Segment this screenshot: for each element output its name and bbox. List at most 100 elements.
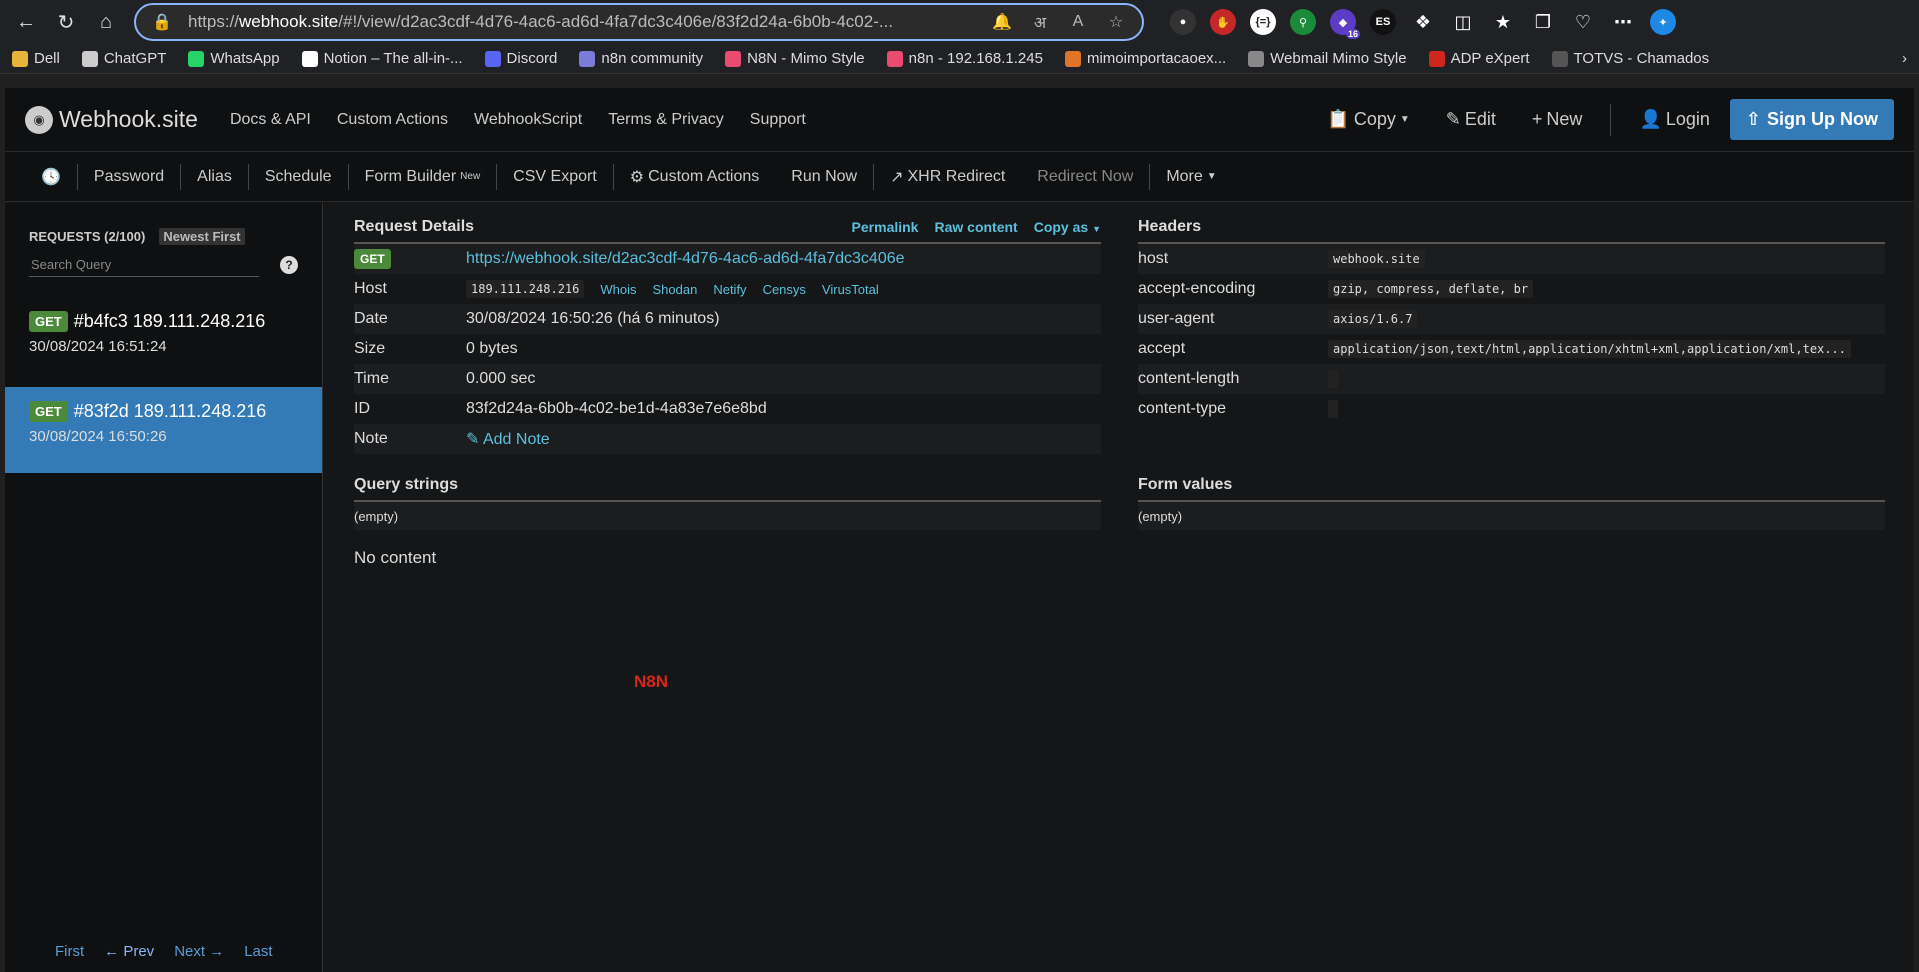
virustotal-link[interactable]: VirusTotal bbox=[822, 282, 879, 297]
method-badge: GET bbox=[29, 401, 68, 422]
bookmark-item[interactable]: n8n - 192.168.1.245 bbox=[886, 50, 1043, 67]
run-now-button[interactable]: Run Now bbox=[775, 168, 873, 186]
bookmark-item[interactable]: ADP eXpert bbox=[1428, 50, 1530, 67]
plus-icon: + bbox=[1531, 109, 1543, 129]
date-value: 30/08/2024 16:50:26 (há 6 minutos) bbox=[466, 310, 720, 327]
copilot-icon[interactable]: ✦ bbox=[1650, 9, 1676, 35]
favorites-icon[interactable]: ★ bbox=[1490, 9, 1516, 35]
address-bar[interactable]: 🔒 https://webhook.site/#!/view/d2ac3cdf-… bbox=[134, 3, 1144, 41]
header-key: accept bbox=[1138, 340, 1186, 357]
bookmarks-overflow-icon[interactable]: › bbox=[1902, 50, 1907, 67]
nav-custom-actions[interactable]: Custom Actions bbox=[337, 111, 448, 129]
nav-docs-api[interactable]: Docs & API bbox=[230, 111, 311, 129]
request-url-link[interactable]: https://webhook.site/d2ac3cdf-4d76-4ac6-… bbox=[466, 250, 905, 268]
header-row: user-agent axios/1.6.7 bbox=[1138, 304, 1885, 334]
translate-icon[interactable]: अ bbox=[1028, 11, 1052, 33]
bookmark-label: Notion – The all-in-... bbox=[323, 50, 463, 67]
header-key: content-length bbox=[1138, 370, 1240, 387]
censys-link[interactable]: Censys bbox=[763, 282, 806, 297]
request-item[interactable]: GET #b4fc3 189.111.248.216 30/08/2024 16:… bbox=[5, 297, 322, 383]
bookmark-favicon-icon bbox=[725, 50, 742, 67]
clock-icon[interactable]: 🕓 bbox=[25, 167, 77, 187]
raw-content-link[interactable]: Raw content bbox=[934, 219, 1017, 235]
extension-es-icon[interactable]: ES bbox=[1370, 9, 1396, 35]
whois-link[interactable]: Whois bbox=[600, 282, 636, 297]
split-screen-icon[interactable]: ◫ bbox=[1450, 9, 1476, 35]
form-builder-button[interactable]: Form Builder New bbox=[349, 168, 497, 186]
more-dropdown[interactable]: More ▼ bbox=[1150, 168, 1232, 186]
brand[interactable]: ◉ Webhook.site bbox=[25, 105, 198, 134]
help-icon[interactable]: ? bbox=[280, 256, 298, 274]
bell-icon[interactable]: 🔔 bbox=[990, 12, 1014, 32]
external-link-icon: ↗ bbox=[890, 168, 904, 186]
schedule-button[interactable]: Schedule bbox=[249, 168, 348, 186]
request-title: #b4fc3 189.111.248.216 bbox=[73, 311, 266, 331]
header-value bbox=[1328, 399, 1338, 418]
password-button[interactable]: Password bbox=[78, 168, 180, 186]
query-strings-panel: Query strings (empty) bbox=[354, 476, 1101, 530]
form-values-title: Form values bbox=[1138, 476, 1233, 493]
bookmark-item[interactable]: mimoimportacaoex... bbox=[1064, 50, 1226, 67]
alias-button[interactable]: Alias bbox=[181, 168, 248, 186]
bookmark-item[interactable]: N8N - Mimo Style bbox=[725, 50, 865, 67]
id-label: ID bbox=[354, 400, 370, 417]
extension-json-icon[interactable]: {=} bbox=[1250, 9, 1276, 35]
bookmark-item[interactable]: TOTVS - Chamados bbox=[1551, 50, 1709, 67]
bookmark-item[interactable]: n8n community bbox=[579, 50, 703, 67]
id-value: 83f2d24a-6b0b-4c02-be1d-4a83e7e6e8bd bbox=[466, 400, 767, 417]
pager-first[interactable]: First bbox=[55, 943, 84, 960]
login-button[interactable]: 👤 Login bbox=[1639, 109, 1709, 130]
pager-prev[interactable]: ← Prev bbox=[104, 943, 154, 960]
edit-button[interactable]: ✎ Edit bbox=[1446, 109, 1496, 130]
bookmark-item[interactable]: Notion – The all-in-... bbox=[301, 50, 463, 67]
xhr-redirect-button[interactable]: ↗ XHR Redirect bbox=[874, 167, 1021, 187]
favorite-star-icon[interactable]: ☆ bbox=[1104, 12, 1128, 32]
nav-webhookscript[interactable]: WebhookScript bbox=[474, 111, 582, 129]
bookmark-item[interactable]: Dell bbox=[12, 50, 60, 67]
query-strings-empty: (empty) bbox=[354, 502, 1101, 530]
bookmark-favicon-icon bbox=[484, 50, 501, 67]
shodan-link[interactable]: Shodan bbox=[653, 282, 698, 297]
header-value: application/json,text/html,application/x… bbox=[1328, 339, 1851, 358]
pager-next[interactable]: Next → bbox=[174, 943, 224, 960]
extension-key-icon[interactable]: ⚲ bbox=[1290, 9, 1316, 35]
read-aloud-icon[interactable]: A bbox=[1066, 13, 1090, 31]
request-date: 30/08/2024 16:50:26 bbox=[29, 428, 167, 445]
collections-icon[interactable]: ❐ bbox=[1530, 9, 1556, 35]
copy-as-dropdown[interactable]: Copy as ▼ bbox=[1034, 219, 1101, 235]
more-menu-icon[interactable]: ⋯ bbox=[1610, 9, 1636, 35]
request-details-title: Request Details bbox=[354, 218, 475, 235]
health-icon[interactable]: ♡ bbox=[1570, 9, 1596, 35]
home-icon[interactable]: ⌂ bbox=[88, 4, 124, 40]
permalink-link[interactable]: Permalink bbox=[852, 219, 919, 235]
request-item-active[interactable]: GET #83f2d 189.111.248.216 30/08/2024 16:… bbox=[5, 387, 322, 473]
extension-cube-icon[interactable]: ◆ 16 bbox=[1330, 9, 1360, 39]
bookmark-item[interactable]: Webmail Mimo Style bbox=[1248, 50, 1407, 67]
search-input[interactable] bbox=[29, 253, 259, 277]
refresh-icon[interactable]: ↻ bbox=[48, 4, 84, 40]
host-value: 189.111.248.216 bbox=[466, 280, 585, 298]
bookmark-label: Dell bbox=[34, 50, 60, 67]
custom-actions-button[interactable]: ⚙ Custom Actions bbox=[614, 167, 776, 187]
copy-button[interactable]: 📋 Copy ▼ bbox=[1327, 109, 1409, 130]
header-row: content-type bbox=[1138, 394, 1885, 424]
bookmark-favicon-icon bbox=[81, 50, 98, 67]
add-note-link[interactable]: ✎ Add Note bbox=[466, 429, 550, 449]
pager-last[interactable]: Last bbox=[244, 943, 272, 960]
new-button[interactable]: + New bbox=[1532, 109, 1583, 130]
csv-export-button[interactable]: CSV Export bbox=[497, 168, 613, 186]
bookmark-item[interactable]: WhatsApp bbox=[188, 50, 280, 67]
bookmark-item[interactable]: Discord bbox=[484, 50, 557, 67]
nav-support[interactable]: Support bbox=[750, 111, 806, 129]
bookmark-item[interactable]: ChatGPT bbox=[81, 50, 166, 67]
extensions-puzzle-icon[interactable]: ❖ bbox=[1410, 9, 1436, 35]
back-icon[interactable]: ← bbox=[8, 4, 44, 40]
signup-button[interactable]: ⇧ Sign Up Now bbox=[1729, 99, 1894, 140]
redirect-now-button[interactable]: Redirect Now bbox=[1021, 168, 1149, 186]
sort-toggle[interactable]: Newest First bbox=[159, 228, 245, 245]
extension-hand-icon[interactable]: ✋ bbox=[1210, 9, 1236, 35]
nav-terms-privacy[interactable]: Terms & Privacy bbox=[608, 111, 724, 129]
extension-glasses-icon[interactable]: ● bbox=[1170, 9, 1196, 35]
requests-sidebar: REQUESTS (2/100) Newest First ? GET#b4fc… bbox=[5, 203, 323, 972]
netify-link[interactable]: Netify bbox=[713, 282, 746, 297]
